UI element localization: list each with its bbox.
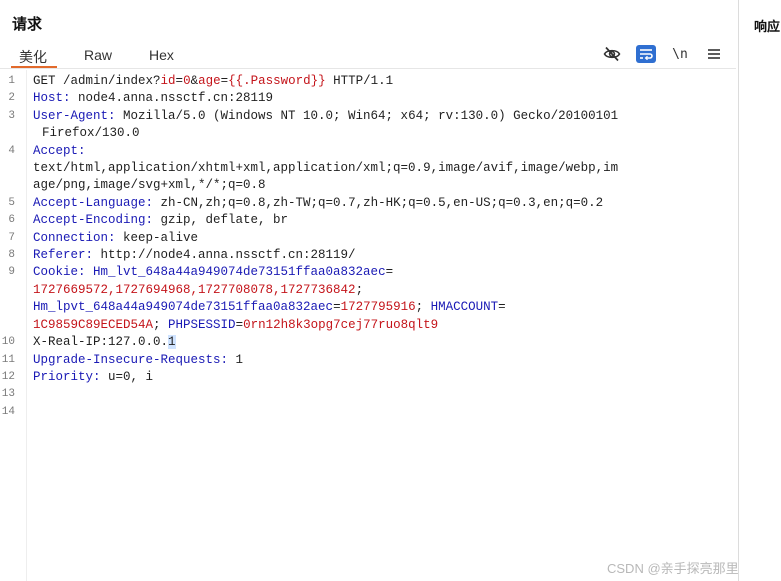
param-separator: & [190,74,199,88]
text-cursor[interactable]: 1 [168,335,176,350]
editor-line: 8 Referer: http://node4.anna.nssctf.cn:28… [0,247,736,264]
line-number: 9 [8,266,15,279]
cookie-equals: = [235,317,244,332]
cookie-name: Hm_lpvt_648a44a949074de73151ffaa0a832aec [33,300,334,315]
header-value: gzip, deflate, br [153,213,289,228]
cookie-value: 1C9859C89ECED54A [33,317,154,332]
cookie-value: 1727795916 [340,300,416,315]
cookie-equals: = [385,265,394,280]
editor-line: 13 [0,386,736,403]
header-name: Connection: [33,230,116,245]
response-panel-title: 响应 [754,19,781,34]
editor-line: 14 [0,404,736,421]
line-number: 3 [8,109,15,122]
tab-hex[interactable]: Hex [149,43,174,69]
param-equals: = [175,74,184,88]
header-value: 1 [228,352,244,367]
cookie-separator: ; [415,300,424,315]
editor-line: 4 Accept: text/html,application/xhtml+xml,… [0,143,736,195]
tab-pretty[interactable]: 美化 [11,43,57,69]
cookie-value: 0rn12h8k3opg7cej77ruo8qlt9 [243,317,439,332]
line-number: 8 [8,249,15,262]
header-name: Upgrade-Insecure-Requests: [33,352,229,367]
header-name: User-Agent: [33,108,116,123]
header-value-wrapped: age/png,image/svg+xml,*/*;q=0.8 [33,178,266,193]
cookie-equals: = [498,300,506,315]
eye-slash-icon[interactable] [602,44,622,64]
header-name: Cookie: [33,265,86,280]
hamburger-menu-icon[interactable] [704,44,724,64]
line-number: 10 [1,336,15,349]
editor-line: 10 X-Real-IP:127.0.0.1 [0,334,736,351]
header-value: keep-alive [115,230,199,245]
word-wrap-icon[interactable] [636,45,656,63]
header-name: Priority: [33,369,101,384]
view-tabs: 美化 Raw Hex [0,43,174,69]
header-value-wrapped: text/html,application/xhtml+xml,applicat… [33,161,619,176]
editor-line: 11 Upgrade-Insecure-Requests: 1 [0,352,736,369]
param-equals: = [220,74,229,88]
cookie-value: 1727669572,1727694968,1727708078,1727736… [33,282,356,297]
line-number: 2 [8,92,15,105]
line-number: 4 [8,144,15,157]
line-number: 14 [1,405,15,418]
line-number: 5 [8,196,15,209]
show-newlines-toggle[interactable]: \n [670,44,690,64]
header-name: Accept: [33,143,86,158]
tabs-divider [0,68,736,69]
request-method-path: GET /admin/index? [33,74,161,88]
editor-line: 5 Accept-Language: zh-CN,zh;q=0.8,zh-TW;q… [0,195,736,212]
line-number: 7 [8,231,15,244]
line-number: 6 [8,214,15,227]
header-value: zh-CN,zh;q=0.8,zh-TW;q=0.7,zh-HK;q=0.5,e… [153,195,604,210]
editor-line: 12 Priority: u=0, i [0,369,736,386]
param-name: age [198,74,221,88]
cookie-equals: = [333,300,341,315]
editor-line: 2 Host: node4.anna.nssctf.cn:28119 [0,90,736,107]
editor-line: 3 User-Agent: Mozilla/5.0 (Windows NT 10.… [0,108,736,143]
line-number: 12 [1,370,15,383]
header-name: Host: [33,91,71,106]
param-value: 0 [183,74,191,88]
header-name: Accept-Encoding: [33,213,154,228]
editor-line: 6 Accept-Encoding: gzip, deflate, br [0,212,736,229]
editor-line: 9 Cookie: Hm_lvt_648a44a949074de73151ffaa… [0,264,736,334]
cookie-separator: ; [355,282,364,297]
http-version: HTTP/1.1 [325,74,394,88]
header-value-wrapped: Firefox/130.0 [42,126,140,141]
cookie-name: PHPSESSID [160,317,236,332]
tab-raw[interactable]: Raw [84,43,112,69]
watermark: CSDN @亲手探亮那里 [607,561,739,576]
header-value: http://node4.anna.nssctf.cn:28119/ [93,248,356,263]
header-line-text: X-Real-IP:127.0.0. [33,335,169,350]
line-number: 1 [8,75,15,87]
header-value: u=0, i [100,369,154,384]
header-name: Referer: [33,248,94,263]
request-editor[interactable]: 1 GET /admin/index?id=0&age={{.Password}}… [0,73,736,421]
param-value: {{.Password}} [228,74,326,88]
cookie-separator: ; [153,317,161,332]
header-name: Accept-Language: [33,195,154,210]
panel-divider[interactable] [738,0,739,581]
param-name: id [160,74,176,88]
header-value: Mozilla/5.0 (Windows NT 10.0; Win64; x64… [115,108,619,123]
line-number: 13 [1,388,15,401]
request-panel-title: 请求 [12,16,43,33]
header-value: node4.anna.nssctf.cn:28119 [70,91,274,106]
cookie-name: Hm_lvt_648a44a949074de73151ffaa0a832aec [85,265,386,280]
editor-line: 1 GET /admin/index?id=0&age={{.Password}}… [0,73,736,90]
line-number: 11 [1,353,15,366]
editor-line: 7 Connection: keep-alive [0,230,736,247]
cookie-name: HMACCOUNT [423,300,499,315]
